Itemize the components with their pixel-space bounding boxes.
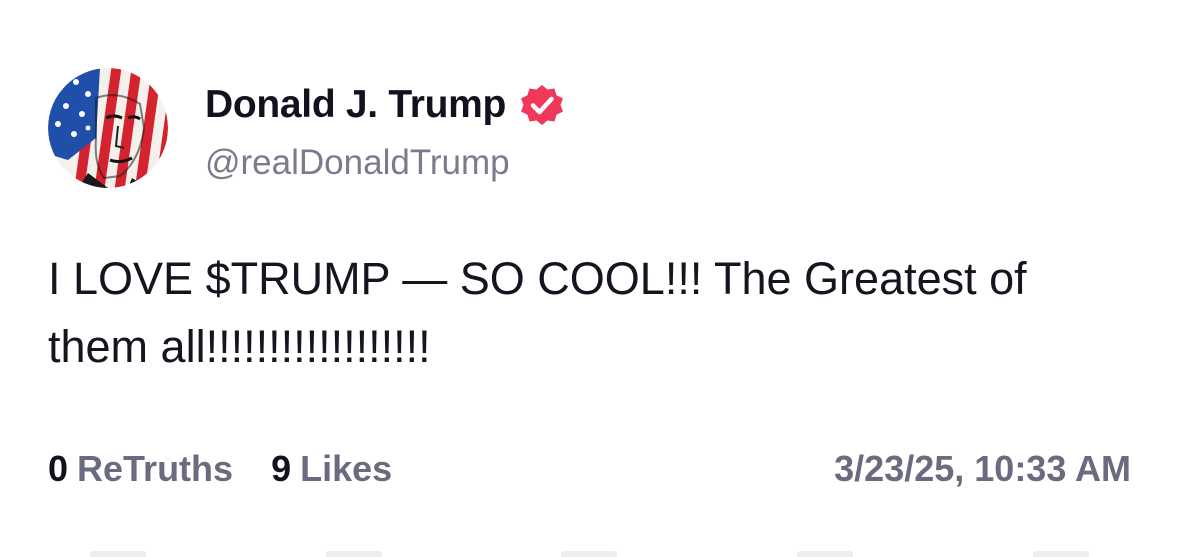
post-timestamp: 3/23/25, 10:33 AM: [834, 448, 1131, 489]
post-text: I LOVE $TRUMP — SO COOL!!! The Greatest …: [48, 253, 1027, 372]
likes-stat[interactable]: 9 Likes: [271, 448, 392, 490]
retruths-label: ReTruths: [77, 448, 234, 489]
retruths-count: 0: [48, 448, 69, 489]
action-bar-divider: [1033, 551, 1090, 557]
author-display-name[interactable]: Donald J. Trump: [205, 83, 506, 127]
likes-label: Likes: [300, 448, 393, 489]
truth-post: Donald J. Trump @realDonaldTrump I LOVE …: [0, 0, 1179, 557]
action-bar-hint: [0, 551, 1179, 557]
verified-badge-icon: [518, 81, 566, 129]
avatar-portrait-image: [48, 68, 168, 188]
action-bar-divider: [797, 551, 854, 557]
action-bar-divider: [561, 551, 618, 557]
retruths-stat[interactable]: 0 ReTruths: [48, 448, 233, 490]
post-stats: 0 ReTruths 9 Likes: [48, 448, 392, 490]
action-bar-divider: [325, 551, 382, 557]
action-bar-divider: [89, 551, 146, 557]
avatar[interactable]: [48, 68, 168, 188]
author-name-row: Donald J. Trump: [205, 80, 566, 130]
author-handle[interactable]: @realDonaldTrump: [205, 143, 510, 183]
likes-count: 9: [271, 448, 292, 489]
